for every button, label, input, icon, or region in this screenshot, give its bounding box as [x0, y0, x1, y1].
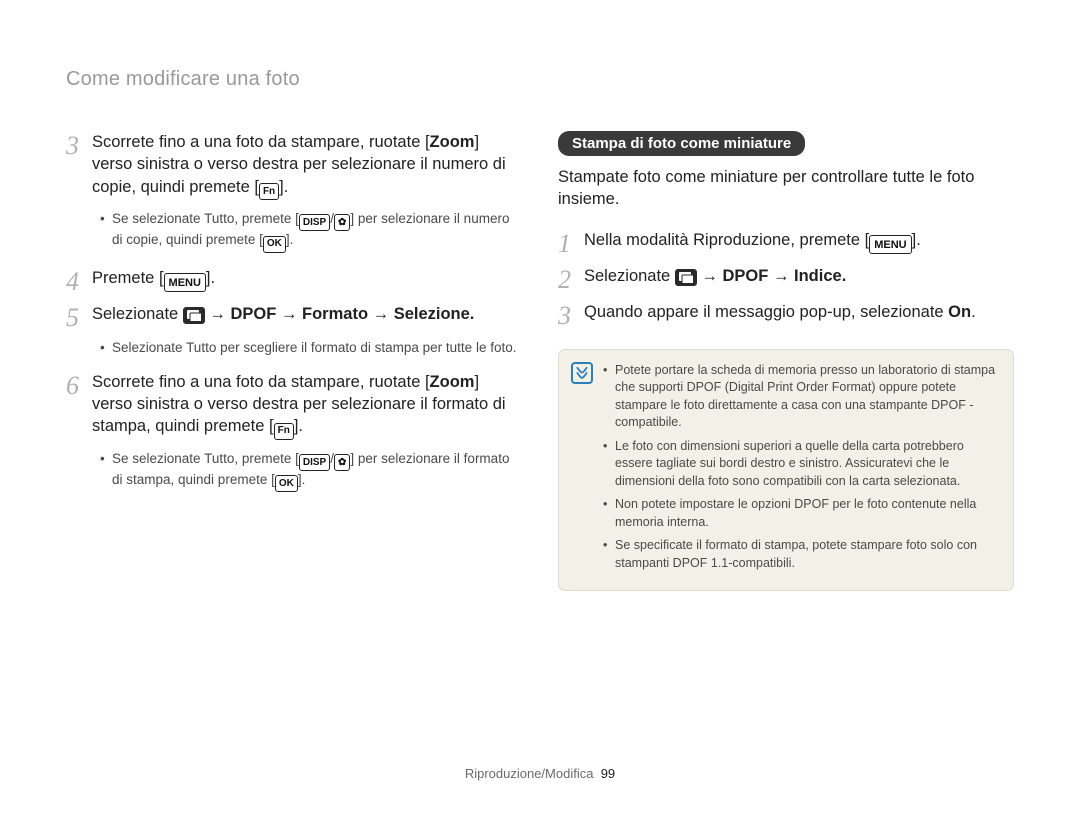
note-bullet: Se specificate il formato di stampa, pot… [603, 537, 999, 572]
step-number: 5 [66, 305, 92, 331]
fn-button-icon: Fn [259, 183, 279, 200]
r-step-3: 3 Quando appare il messaggio pop-up, sel… [558, 301, 1014, 327]
info-note-box: Potete portare la scheda di memoria pres… [558, 349, 1014, 592]
zoom-label: Zoom [430, 133, 475, 151]
menu-button-icon: MENU [869, 235, 911, 254]
step-number: 3 [558, 303, 584, 329]
step-5: 5 Selezionate → DPOF → Formato → Selezio… [66, 303, 522, 329]
r-step-1: 1 Nella modalità Riproduzione, premete [… [558, 229, 1014, 255]
manual-page: Come modificare una foto 3 Scorrete fino… [0, 0, 1080, 815]
fn-button-icon: Fn [274, 423, 294, 440]
note-bullet: Non potete impostare le opzioni DPOF per… [603, 496, 999, 531]
bullet: Se selezionate Tutto, premete [DISP/✿] p… [100, 450, 522, 493]
step-number: 1 [558, 231, 584, 257]
macro-button-icon: ✿ [334, 214, 350, 231]
step-text: Quando appare il messaggio pop-up, selez… [584, 301, 976, 327]
step-text: Nella modalità Riproduzione, premete [ME… [584, 229, 921, 255]
print-settings-icon [183, 307, 205, 324]
ok-button-icon: OK [263, 236, 286, 253]
page-footer: Riproduzione/Modifica 99 [0, 766, 1080, 781]
footer-page-number: 99 [601, 766, 615, 781]
step-text: Scorrete fino a una foto da stampare, ru… [92, 131, 522, 200]
menu-button-icon: MENU [164, 273, 206, 292]
footer-section: Riproduzione/Modifica [465, 766, 594, 781]
step-3: 3 Scorrete fino a una foto da stampare, … [66, 131, 522, 200]
step-4: 4 Premete [MENU]. [66, 267, 522, 293]
disp-button-icon: DISP [299, 454, 330, 471]
page-title: Come modificare una foto [66, 68, 1014, 91]
step-number: 6 [66, 373, 92, 442]
info-note-list: Potete portare la scheda di memoria pres… [603, 362, 999, 579]
step-6: 6 Scorrete fino a una foto da stampare, … [66, 371, 522, 440]
section-heading-pill: Stampa di foto come miniature [558, 131, 805, 156]
right-column: Stampa di foto come miniature Stampate f… [558, 131, 1014, 591]
ok-button-icon: OK [275, 475, 298, 492]
step-number: 2 [558, 267, 584, 293]
section-intro: Stampate foto come miniature per control… [558, 166, 1014, 211]
bullet: Se selezionate Tutto, premete [DISP/✿] p… [100, 210, 522, 253]
disp-button-icon: DISP [299, 214, 330, 231]
left-column: 3 Scorrete fino a una foto da stampare, … [66, 131, 522, 591]
step-text: Premete [MENU]. [92, 267, 215, 293]
step-text: Scorrete fino a una foto da stampare, ru… [92, 371, 522, 440]
step-number: 4 [66, 269, 92, 295]
print-settings-icon [675, 269, 697, 286]
bullet: Selezionate Tutto per scegliere il forma… [100, 339, 522, 357]
step-text: Selezionate → DPOF → Formato → Selezione… [92, 303, 474, 329]
step-text: Selezionate → DPOF → Indice. [584, 265, 846, 291]
note-bullet: Potete portare la scheda di memoria pres… [603, 362, 999, 432]
note-bullet: Le foto con dimensioni superiori a quell… [603, 438, 999, 491]
step-6-notes: Se selezionate Tutto, premete [DISP/✿] p… [100, 450, 522, 493]
content-columns: 3 Scorrete fino a una foto da stampare, … [66, 131, 1014, 591]
r-step-2: 2 Selezionate → DPOF → Indice. [558, 265, 1014, 291]
step-number: 3 [66, 133, 92, 202]
macro-button-icon: ✿ [334, 454, 350, 471]
step-3-notes: Se selezionate Tutto, premete [DISP/✿] p… [100, 210, 522, 253]
zoom-label: Zoom [430, 373, 475, 391]
info-note-icon [571, 362, 593, 384]
step-5-notes: Selezionate Tutto per scegliere il forma… [100, 339, 522, 357]
